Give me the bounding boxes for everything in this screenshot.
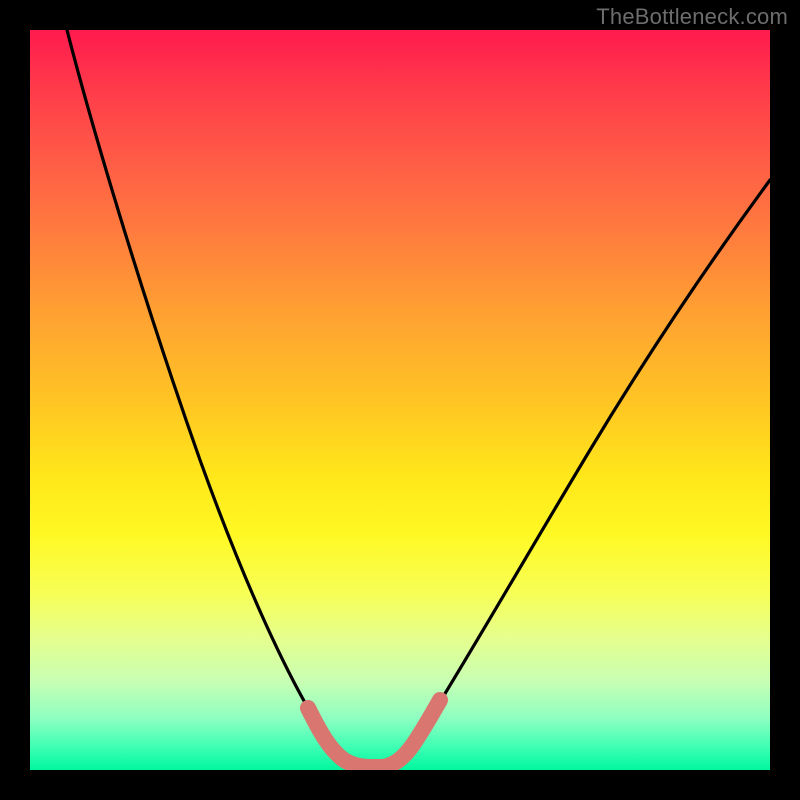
plot-area bbox=[30, 30, 770, 770]
curve-layer bbox=[30, 30, 770, 770]
watermark-text: TheBottleneck.com bbox=[596, 4, 788, 30]
trough-highlight bbox=[308, 700, 440, 767]
bottleneck-curve bbox=[67, 30, 770, 763]
chart-frame: TheBottleneck.com bbox=[0, 0, 800, 800]
